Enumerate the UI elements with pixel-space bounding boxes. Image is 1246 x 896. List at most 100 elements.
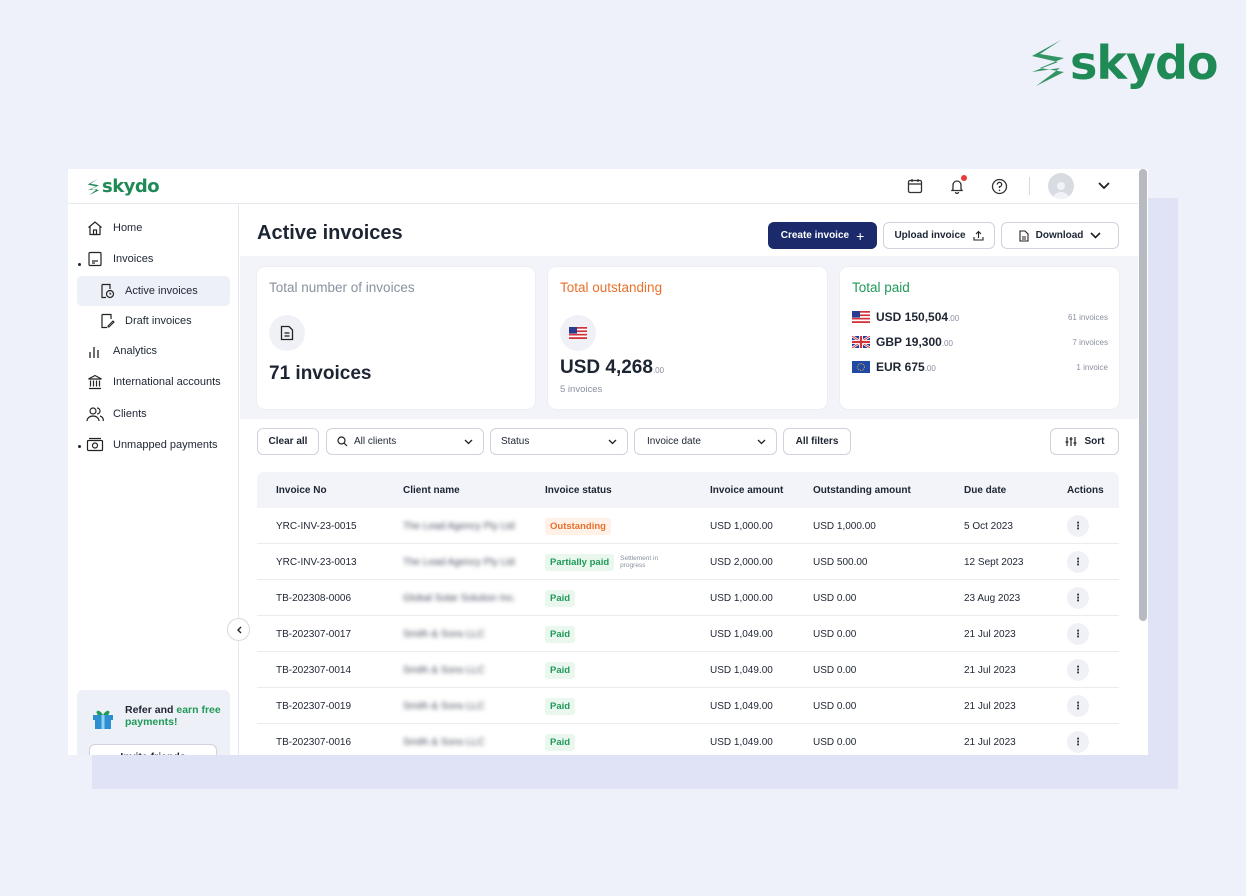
sidebar-item-international-accounts[interactable]: International accounts — [86, 369, 221, 395]
column-header[interactable]: Client name — [403, 472, 460, 508]
column-header[interactable]: Invoice amount — [710, 472, 783, 508]
invoice-amount: USD 2,000.00 — [710, 556, 773, 568]
invoice-amount: USD 1,049.00 — [710, 664, 773, 676]
eu-flag-icon — [852, 361, 870, 373]
invoices-table: Invoice No Client name Invoice status In… — [257, 472, 1119, 755]
search-icon — [337, 436, 348, 447]
skydo-logo-icon — [87, 178, 100, 195]
invoice-amount: USD 1,000.00 — [710, 592, 773, 604]
sidebar-item-label: Analytics — [113, 345, 158, 357]
us-flag-icon — [560, 315, 596, 351]
column-header[interactable]: Invoice status — [545, 472, 612, 508]
sidebar-item-draft-invoices[interactable]: Draft invoices — [98, 308, 192, 334]
sidebar-item-home[interactable]: Home — [86, 215, 142, 241]
column-header: Actions — [1067, 484, 1104, 496]
row-actions-button[interactable]: ⋮ — [1067, 731, 1089, 753]
app-logo[interactable]: skydo — [86, 176, 160, 197]
table-header: Invoice No Client name Invoice status In… — [257, 472, 1119, 508]
status-badge: Paid — [545, 661, 576, 679]
bank-icon — [86, 373, 104, 391]
create-invoice-button[interactable]: Create invoice + — [768, 222, 877, 249]
brand-wordmark: skydo — [1070, 36, 1218, 90]
invoice-number[interactable]: TB-202308-0006 — [276, 580, 351, 616]
us-flag-icon — [852, 311, 870, 323]
table-row[interactable]: TB-202307-0019 Smith & Sons LLC Paid USD… — [257, 688, 1119, 724]
due-date: 21 Jul 2023 — [964, 736, 1016, 748]
client-name: Global Solar Solution Inc. — [403, 592, 516, 604]
invoice-number[interactable]: TB-202307-0014 — [276, 652, 351, 688]
column-header[interactable]: Invoice No — [276, 472, 327, 508]
avatar[interactable] — [1048, 173, 1074, 199]
page-title: Active invoices — [257, 222, 403, 244]
row-actions-button[interactable]: ⋮ — [1067, 515, 1089, 537]
draft-invoice-icon — [98, 312, 116, 330]
invoice-number[interactable]: YRC-INV-23-0013 — [276, 544, 357, 580]
chevron-down-icon[interactable] — [1092, 174, 1116, 198]
help-icon[interactable] — [987, 174, 1011, 198]
upload-invoice-button[interactable]: Upload invoice — [883, 222, 995, 249]
vertical-scrollbar[interactable] — [1139, 169, 1147, 621]
invoice-number[interactable]: TB-202307-0016 — [276, 724, 351, 755]
row-actions-button[interactable]: ⋮ — [1067, 623, 1089, 645]
due-date: 21 Jul 2023 — [964, 700, 1016, 712]
status-filter-select[interactable]: Status — [490, 428, 628, 455]
client-name: Smith & Sons LLC — [403, 664, 485, 676]
total-paid-card: Total paid USD 150,504.00 61 invoices GB… — [840, 267, 1119, 409]
expand-bullet[interactable] — [78, 263, 81, 266]
table-row[interactable]: TB-202307-0017 Smith & Sons LLC Paid USD… — [257, 616, 1119, 652]
topbar-divider — [1029, 177, 1030, 195]
status-badge: Paid — [545, 697, 576, 715]
due-date: 5 Oct 2023 — [964, 520, 1013, 532]
collapse-sidebar-button[interactable] — [227, 618, 250, 641]
total-invoice-count: 71 invoices — [269, 363, 372, 384]
row-actions-button[interactable]: ⋮ — [1067, 587, 1089, 609]
sidebar-item-label: Active invoices — [125, 285, 198, 297]
row-actions-button[interactable]: ⋮ — [1067, 551, 1089, 573]
clear-all-button[interactable]: Clear all — [257, 428, 319, 455]
invoice-number[interactable]: TB-202307-0017 — [276, 616, 351, 652]
expand-bullet[interactable] — [78, 445, 81, 448]
sidebar-item-active-invoices[interactable]: Active invoices — [77, 276, 230, 306]
sidebar-item-clients[interactable]: Clients — [86, 401, 147, 427]
client-filter-select[interactable]: All clients — [326, 428, 484, 455]
all-filters-button[interactable]: All filters — [783, 428, 851, 455]
topbar: skydo — [68, 169, 1138, 204]
invoice-number[interactable]: TB-202307-0019 — [276, 688, 351, 724]
invoice-amount: USD 1,049.00 — [710, 628, 773, 640]
outstanding-amount: USD 0.00 — [813, 700, 857, 712]
invoice-number[interactable]: YRC-INV-23-0015 — [276, 508, 357, 544]
calendar-icon[interactable] — [903, 174, 927, 198]
status-badge: Paid — [545, 733, 576, 751]
document-icon — [269, 315, 305, 351]
app-window: skydo Home Invoices Active invoices Draf… — [68, 169, 1148, 755]
table-row[interactable]: TB-202307-0014 Smith & Sons LLC Paid USD… — [257, 652, 1119, 688]
status-badge: Partially paid — [545, 553, 615, 571]
sort-icon — [1065, 437, 1076, 446]
row-actions-button[interactable]: ⋮ — [1067, 659, 1089, 681]
table-row[interactable]: YRC-INV-23-0013 The Lead Agency Pty Ltd … — [257, 544, 1119, 580]
invoice-amount: USD 1,000.00 — [710, 520, 773, 532]
client-name: The Lead Agency Pty Ltd — [403, 520, 515, 532]
home-icon — [86, 219, 104, 237]
table-row[interactable]: YRC-INV-23-0015 The Lead Agency Pty Ltd … — [257, 508, 1119, 544]
sort-button[interactable]: Sort — [1050, 428, 1119, 455]
outstanding-amount: USD 0.00 — [813, 736, 857, 748]
card-title: Total number of invoices — [269, 280, 415, 295]
client-name: The Lead Agency Pty Ltd — [403, 556, 515, 568]
chevron-down-icon — [757, 439, 766, 444]
table-row[interactable]: TB-202308-0006 Global Solar Solution Inc… — [257, 580, 1119, 616]
refer-card: Refer and earn free payments! Invite fri… — [77, 690, 230, 755]
row-actions-button[interactable]: ⋮ — [1067, 695, 1089, 717]
download-button[interactable]: Download — [1001, 222, 1119, 249]
invoice-date-filter-select[interactable]: Invoice date — [634, 428, 777, 455]
bell-icon[interactable] — [945, 174, 969, 198]
column-header[interactable]: Due date — [964, 472, 1006, 508]
sidebar-item-unmapped-payments[interactable]: Unmapped payments — [86, 432, 218, 458]
sidebar-item-analytics[interactable]: Analytics — [86, 338, 157, 364]
column-header[interactable]: Outstanding amount — [813, 472, 911, 508]
invite-friends-button[interactable]: Invite friends — [89, 744, 217, 755]
sidebar-item-invoices[interactable]: Invoices — [86, 246, 153, 272]
refer-text: Refer and earn free payments! — [125, 704, 221, 728]
table-row[interactable]: TB-202307-0016 Smith & Sons LLC Paid USD… — [257, 724, 1119, 755]
settlement-note: Settlement in progress — [620, 555, 659, 569]
